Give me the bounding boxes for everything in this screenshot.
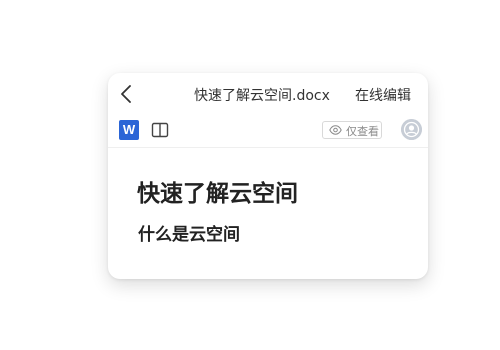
back-button[interactable] <box>118 83 136 105</box>
word-doc-icon-letter: W <box>122 122 136 137</box>
view-only-label: 仅查看 <box>346 125 379 138</box>
eye-icon <box>329 125 342 135</box>
document-body: 快速了解云空间 什么是云空间 <box>108 148 428 279</box>
word-doc-icon[interactable]: W <box>119 120 139 140</box>
user-avatar-glyph <box>401 119 422 140</box>
toolbar: W 仅查看 <box>108 113 428 148</box>
document-preview-card: 快速了解云空间.docx 在线编辑 W 仅查看 快速了解云空间 什么是云空间 <box>108 73 428 279</box>
book-open-icon-glyph <box>151 122 169 138</box>
user-avatar-icon[interactable] <box>401 119 422 140</box>
view-only-badge[interactable]: 仅查看 <box>322 121 382 139</box>
document-heading: 快速了解云空间 <box>137 181 298 207</box>
document-subheading: 什么是云空间 <box>138 225 240 245</box>
file-title: 快速了解云空间.docx <box>194 88 330 104</box>
book-open-icon[interactable] <box>151 121 169 139</box>
edit-online-button[interactable]: 在线编辑 <box>355 85 411 105</box>
header-bar: 快速了解云空间.docx 在线编辑 <box>108 73 428 113</box>
chevron-left-icon <box>121 85 131 103</box>
